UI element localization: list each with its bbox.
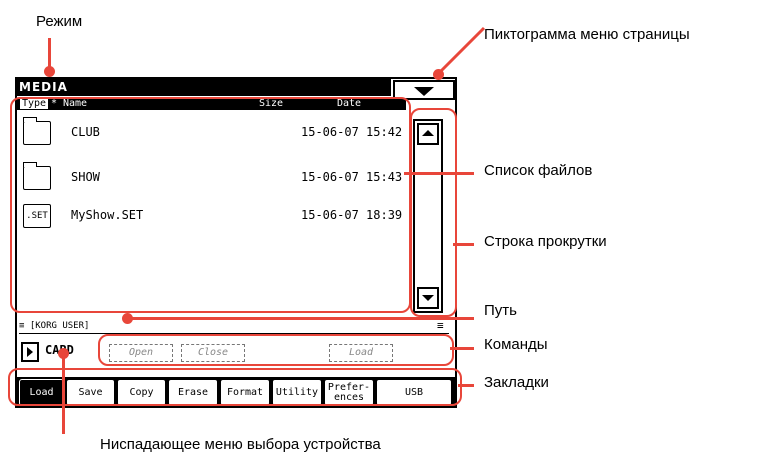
scroll-bar-leader-line — [453, 243, 474, 246]
mode-dot — [44, 66, 55, 77]
scroll-bar-highlight — [410, 108, 457, 317]
path-end-marker: ≡ — [437, 319, 444, 332]
commands-highlight — [98, 334, 454, 366]
file-list-highlight — [10, 97, 411, 313]
page-menu-dot — [433, 69, 444, 80]
page-title: MEDIA — [17, 79, 391, 96]
mode-leader-line — [48, 38, 51, 68]
device-menu-callout-label: Ниспадающее меню выбора устройства — [100, 436, 381, 453]
triangle-right-icon[interactable] — [21, 342, 39, 362]
triangle-down-icon — [414, 87, 434, 96]
path-callout-label: Путь — [484, 302, 517, 319]
commands-leader-line — [450, 347, 474, 350]
path-dot — [122, 313, 133, 324]
tabs-leader-line — [458, 384, 474, 387]
mode-callout-label: Режим — [36, 13, 83, 30]
page-menu-callout-label: Пиктограмма меню страницы — [484, 26, 690, 43]
device-menu-leader-line — [62, 354, 65, 434]
tabs-highlight — [8, 368, 462, 406]
path-leader-line — [128, 317, 474, 320]
file-list-callout-label: Список файлов — [484, 162, 593, 179]
tabs-callout-label: Закладки — [484, 374, 549, 391]
current-path: ≡ [KORG USER] — [19, 321, 90, 331]
commands-callout-label: Команды — [484, 336, 548, 353]
scroll-bar-callout-label: Строка прокрутки — [484, 233, 607, 250]
